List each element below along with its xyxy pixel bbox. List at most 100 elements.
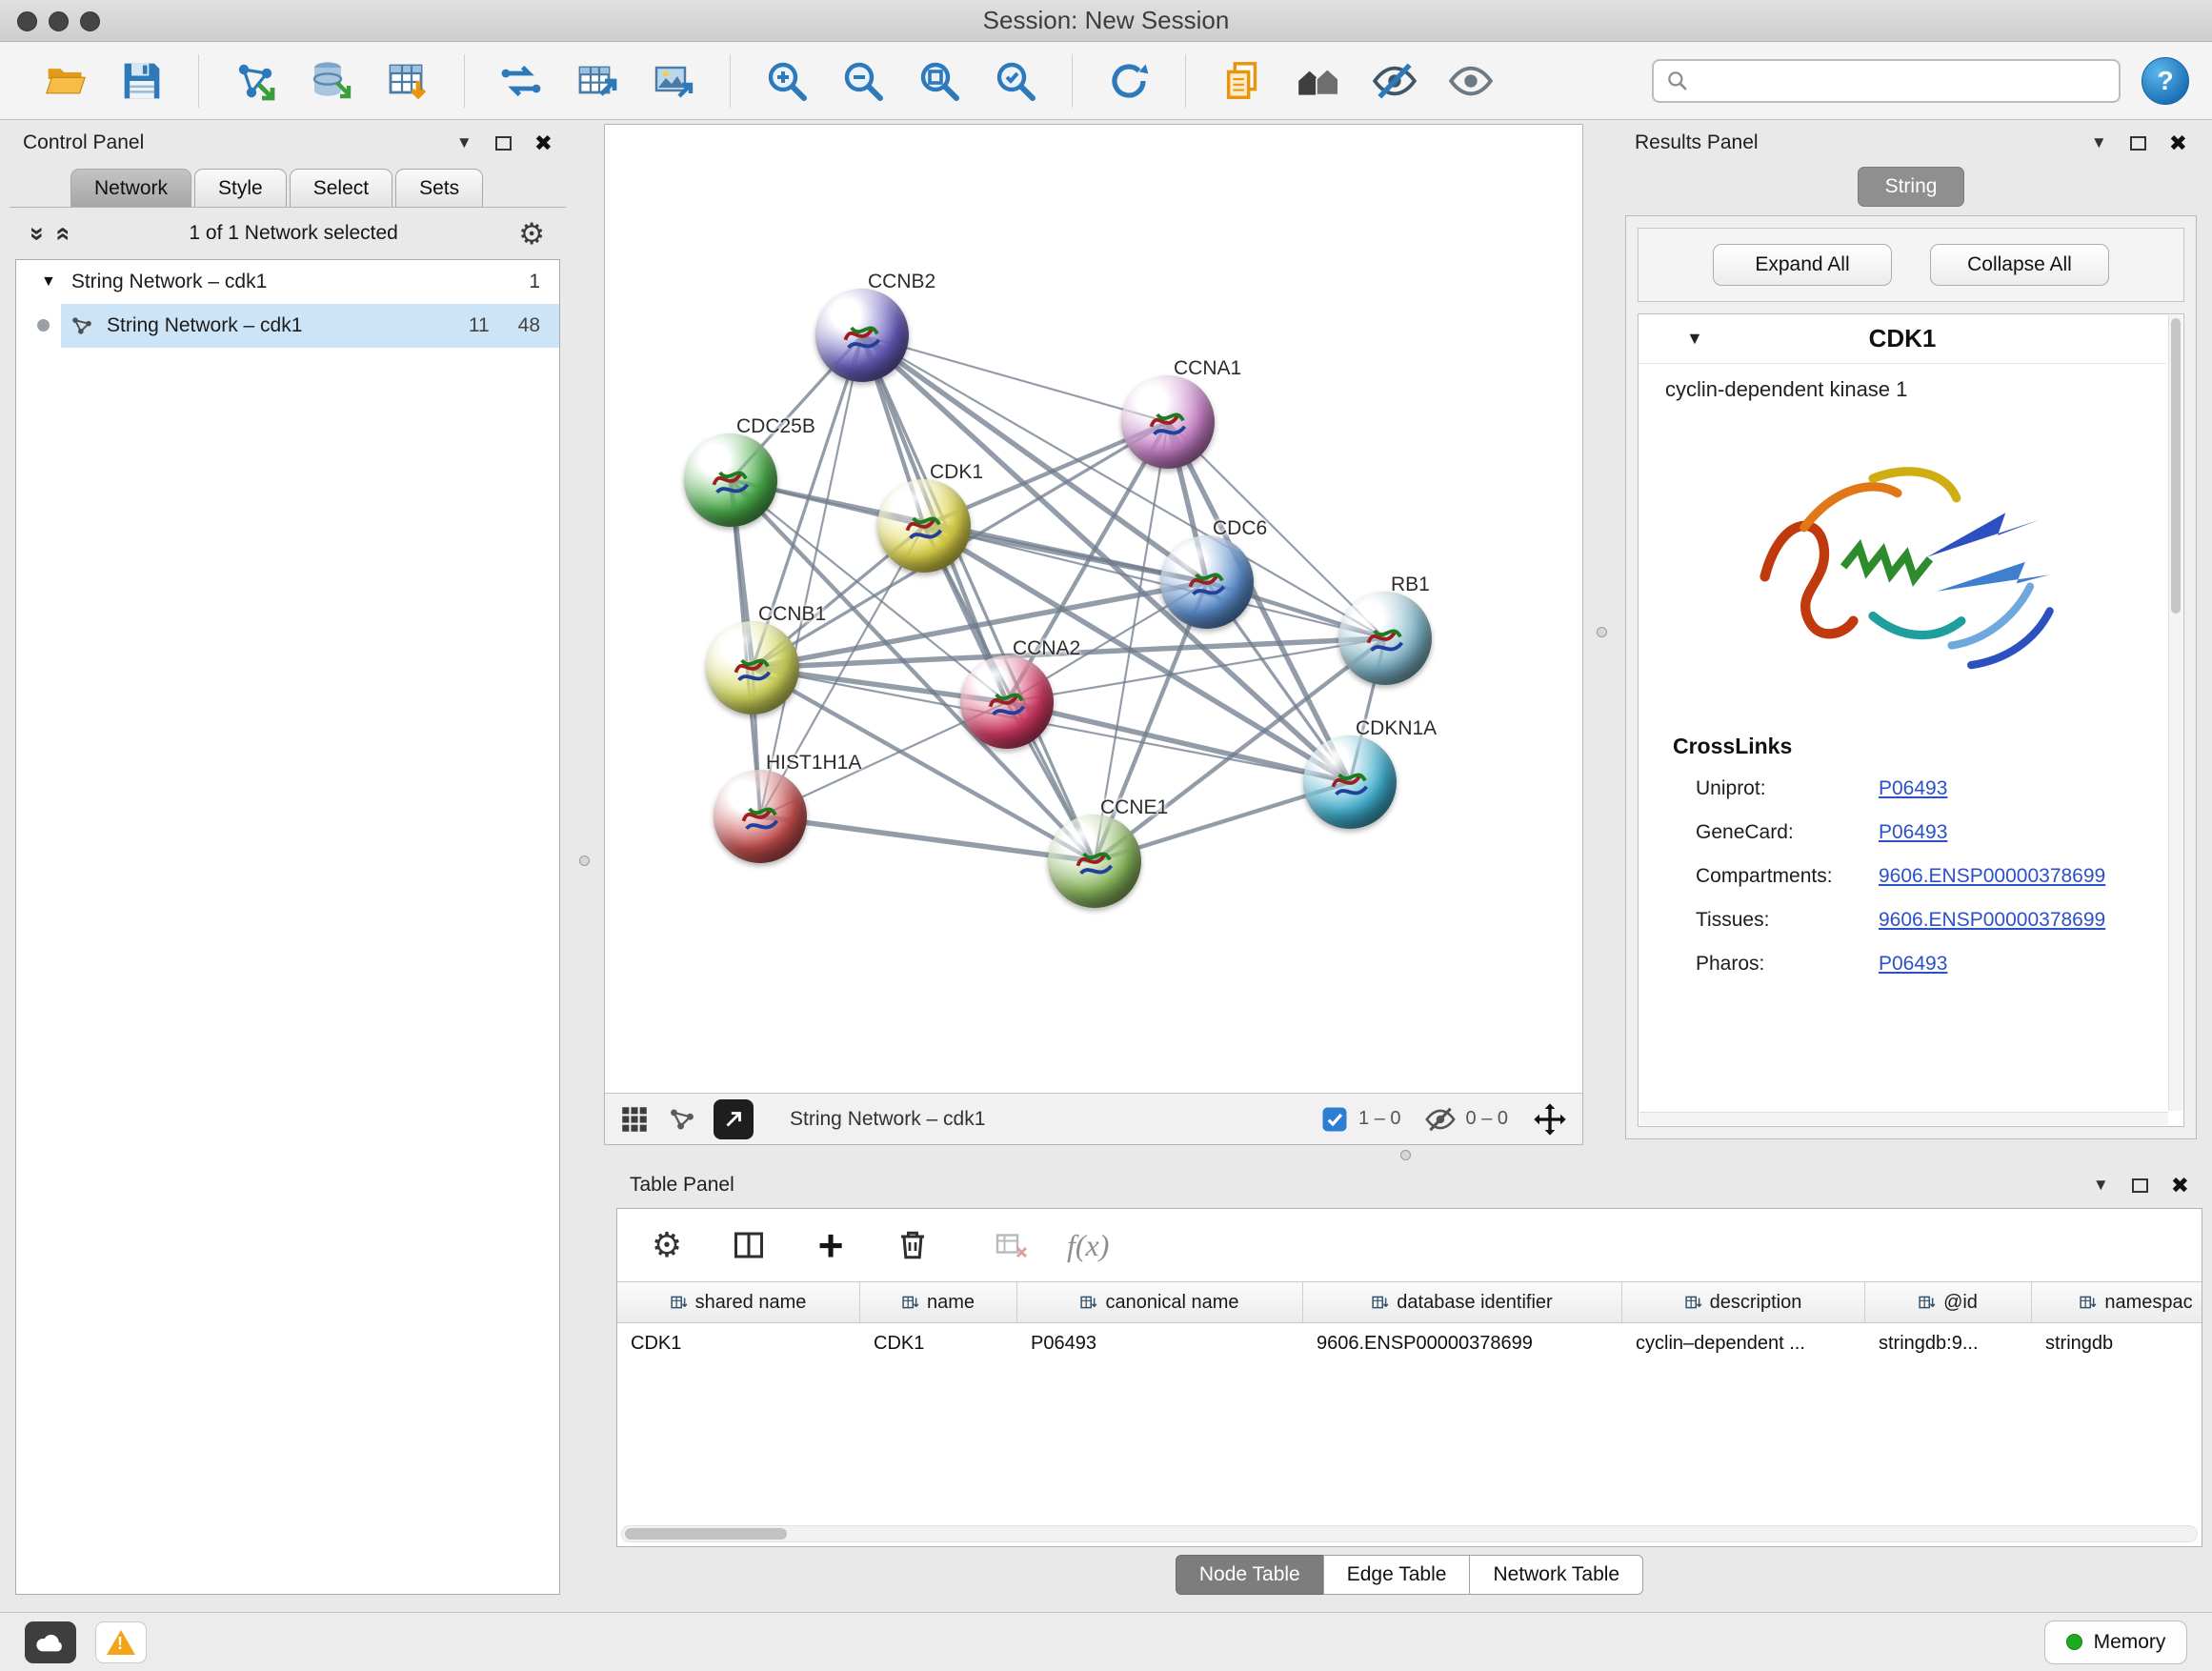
- minimize-window-button[interactable]: [49, 11, 69, 31]
- expand-all-button[interactable]: Expand All: [1713, 244, 1892, 286]
- network-canvas[interactable]: CCNB2CCNA1CDC25BCDK1CDC6RB1CCNB1CCNA2CDK…: [605, 125, 1582, 1093]
- add-column-icon[interactable]: +: [804, 1218, 857, 1272]
- import-network-from-file-icon[interactable]: [228, 51, 283, 111]
- help-button[interactable]: ?: [2142, 57, 2189, 105]
- network-node-CDC6[interactable]: [1160, 535, 1254, 629]
- show-all-eye-icon[interactable]: [1443, 51, 1498, 111]
- tab-network[interactable]: Network: [70, 169, 191, 207]
- collapse-panel-icon[interactable]: ▼: [456, 133, 473, 152]
- network-node-CCNE1[interactable]: [1048, 815, 1141, 908]
- column-header-canonical-name[interactable]: canonical name: [1017, 1282, 1303, 1322]
- column-header-name[interactable]: name: [860, 1282, 1017, 1322]
- scrollbar-thumb[interactable]: [2171, 318, 2181, 614]
- float-panel-icon[interactable]: [495, 136, 512, 151]
- refresh-icon[interactable]: [1101, 51, 1156, 111]
- network-options-gear-icon[interactable]: ⚙: [518, 219, 545, 249]
- crosslink-pharos-link[interactable]: P06493: [1879, 953, 1947, 976]
- home-icon[interactable]: [1291, 51, 1346, 111]
- network-node-CDC25B[interactable]: [684, 433, 777, 527]
- table-cell[interactable]: P06493: [1017, 1323, 1303, 1363]
- tab-style[interactable]: Style: [194, 169, 287, 207]
- function-builder-icon[interactable]: f(x): [1067, 1228, 1109, 1263]
- save-session-icon[interactable]: [114, 51, 170, 111]
- table-settings-gear-icon[interactable]: ⚙: [640, 1218, 694, 1272]
- tab-select[interactable]: Select: [290, 169, 392, 207]
- network-view[interactable]: CCNB2CCNA1CDC25BCDK1CDC6RB1CCNB1CCNA2CDK…: [604, 124, 1583, 1145]
- table-row[interactable]: CDK1CDK1P064939606.ENSP00000378699cyclin…: [617, 1323, 2202, 1363]
- vertical-scrollbar[interactable]: [2168, 315, 2182, 1111]
- network-node-RB1[interactable]: [1338, 592, 1432, 685]
- import-network-from-database-icon[interactable]: [304, 51, 359, 111]
- export-table-icon[interactable]: [570, 51, 625, 111]
- crosslink-uniprot-link[interactable]: P06493: [1879, 777, 1947, 800]
- network-node-HIST1H1A[interactable]: [714, 770, 807, 863]
- close-panel-icon[interactable]: ✖: [2171, 1175, 2189, 1197]
- network-node-CDKN1A[interactable]: [1303, 735, 1397, 829]
- zoom-window-button[interactable]: [80, 11, 100, 31]
- hidden-eye-slash-icon[interactable]: [1424, 1103, 1457, 1136]
- search-box[interactable]: [1652, 59, 2121, 103]
- close-panel-icon[interactable]: ✖: [2169, 132, 2187, 154]
- network-share-icon[interactable]: [666, 1103, 698, 1136]
- network-node-CCNA1[interactable]: [1121, 375, 1215, 469]
- birds-eye-view-icon[interactable]: [618, 1103, 651, 1136]
- splitter-handle[interactable]: [1597, 627, 1607, 637]
- column-header-description[interactable]: description: [1622, 1282, 1865, 1322]
- memory-button[interactable]: Memory: [2044, 1621, 2187, 1664]
- show-columns-icon[interactable]: [722, 1218, 775, 1272]
- horizontal-scrollbar[interactable]: [1639, 1112, 2168, 1125]
- zoom-out-icon[interactable]: [835, 51, 891, 111]
- network-node-CDK1[interactable]: [877, 479, 971, 573]
- selected-checkbox-icon[interactable]: [1320, 1105, 1349, 1134]
- table-cell[interactable]: stringdb: [2032, 1323, 2202, 1363]
- tab-node-table[interactable]: Node Table: [1176, 1555, 1324, 1595]
- column-header-shared-name[interactable]: shared name: [617, 1282, 860, 1322]
- tab-string[interactable]: String: [1858, 167, 1965, 207]
- open-session-icon[interactable]: [38, 51, 93, 111]
- zoom-in-icon[interactable]: [759, 51, 814, 111]
- warnings-button[interactable]: [95, 1621, 147, 1663]
- float-panel-icon[interactable]: [2130, 136, 2146, 151]
- zoom-selected-icon[interactable]: [988, 51, 1043, 111]
- pan-move-icon[interactable]: [1531, 1100, 1569, 1138]
- column-header--id[interactable]: @id: [1865, 1282, 2032, 1322]
- export-image-icon[interactable]: [646, 51, 701, 111]
- table-cell[interactable]: stringdb:9...: [1865, 1323, 2032, 1363]
- splitter-handle[interactable]: [579, 856, 590, 866]
- import-table-icon[interactable]: [380, 51, 435, 111]
- tab-network-table[interactable]: Network Table: [1469, 1555, 1643, 1595]
- zoom-fit-icon[interactable]: [912, 51, 967, 111]
- delete-column-trash-icon[interactable]: [886, 1218, 939, 1272]
- delete-table-icon[interactable]: [985, 1218, 1038, 1272]
- splitter-handle[interactable]: [1400, 1150, 1411, 1160]
- crosslink-genecard-link[interactable]: P06493: [1879, 821, 1947, 844]
- table-horizontal-scrollbar[interactable]: [621, 1525, 2198, 1542]
- crosslink-tissues-link[interactable]: 9606.ENSP00000378699: [1879, 909, 2105, 932]
- scrollbar-thumb[interactable]: [625, 1528, 787, 1540]
- cloud-button[interactable]: [25, 1621, 76, 1663]
- network-collection-row[interactable]: ▼ String Network – cdk1 1: [16, 260, 559, 304]
- network-node-CCNA2[interactable]: [960, 655, 1054, 749]
- crosslink-compartments-link[interactable]: 9606.ENSP00000378699: [1879, 865, 2105, 888]
- close-panel-icon[interactable]: ✖: [534, 132, 553, 154]
- search-input[interactable]: [1698, 70, 2107, 92]
- table-cell[interactable]: cyclin–dependent ...: [1622, 1323, 1865, 1363]
- close-window-button[interactable]: [17, 11, 37, 31]
- copy-icon[interactable]: [1215, 51, 1270, 111]
- tab-edge-table[interactable]: Edge Table: [1323, 1555, 1471, 1595]
- column-header-database-identifier[interactable]: database identifier: [1303, 1282, 1622, 1322]
- column-header-namespac[interactable]: namespac: [2032, 1282, 2202, 1322]
- export-network-icon[interactable]: [493, 51, 549, 111]
- detach-view-button[interactable]: [714, 1099, 754, 1139]
- collapse-all-networks-icon[interactable]: »: [49, 226, 74, 240]
- table-cell[interactable]: CDK1: [617, 1323, 860, 1363]
- collapse-protein-icon[interactable]: ▼: [1686, 329, 1703, 349]
- tree-expand-icon[interactable]: ▼: [41, 273, 56, 291]
- tab-sets[interactable]: Sets: [395, 169, 483, 207]
- collapse-panel-icon[interactable]: ▼: [2091, 133, 2107, 152]
- network-node-CCNB1[interactable]: [706, 621, 799, 715]
- float-panel-icon[interactable]: [2132, 1178, 2148, 1193]
- table-cell[interactable]: CDK1: [860, 1323, 1017, 1363]
- network-node-CCNB2[interactable]: [815, 289, 909, 382]
- hide-selected-eye-slash-icon[interactable]: [1367, 51, 1422, 111]
